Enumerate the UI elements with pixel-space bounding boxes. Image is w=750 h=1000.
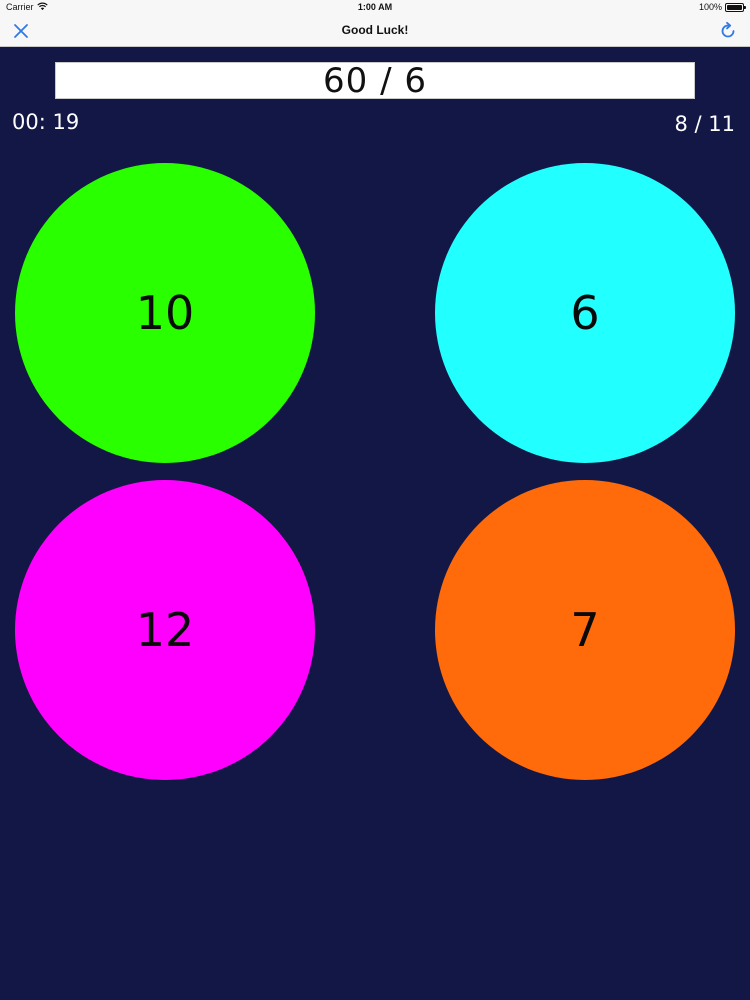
countdown-timer: 00: 19 (12, 110, 80, 134)
status-time: 1:00 AM (357, 2, 393, 12)
answer-button-4[interactable]: 7 (435, 480, 735, 780)
navigation-bar: Good Luck! (0, 15, 750, 47)
refresh-icon (721, 21, 735, 38)
answer-button-2[interactable]: 6 (435, 163, 735, 463)
answer-button-1[interactable]: 10 (15, 163, 315, 463)
question-progress: 8 / 11 (674, 112, 735, 136)
battery-percent: 100% (698, 2, 722, 12)
nav-title: Good Luck! (341, 23, 409, 37)
problem-display: 60 / 6 (55, 61, 695, 101)
status-bar: Carrier 1:00 AM 100% (0, 0, 750, 15)
battery-icon (725, 3, 746, 12)
refresh-button[interactable] (718, 21, 738, 41)
answer-button-3[interactable]: 12 (15, 480, 315, 780)
